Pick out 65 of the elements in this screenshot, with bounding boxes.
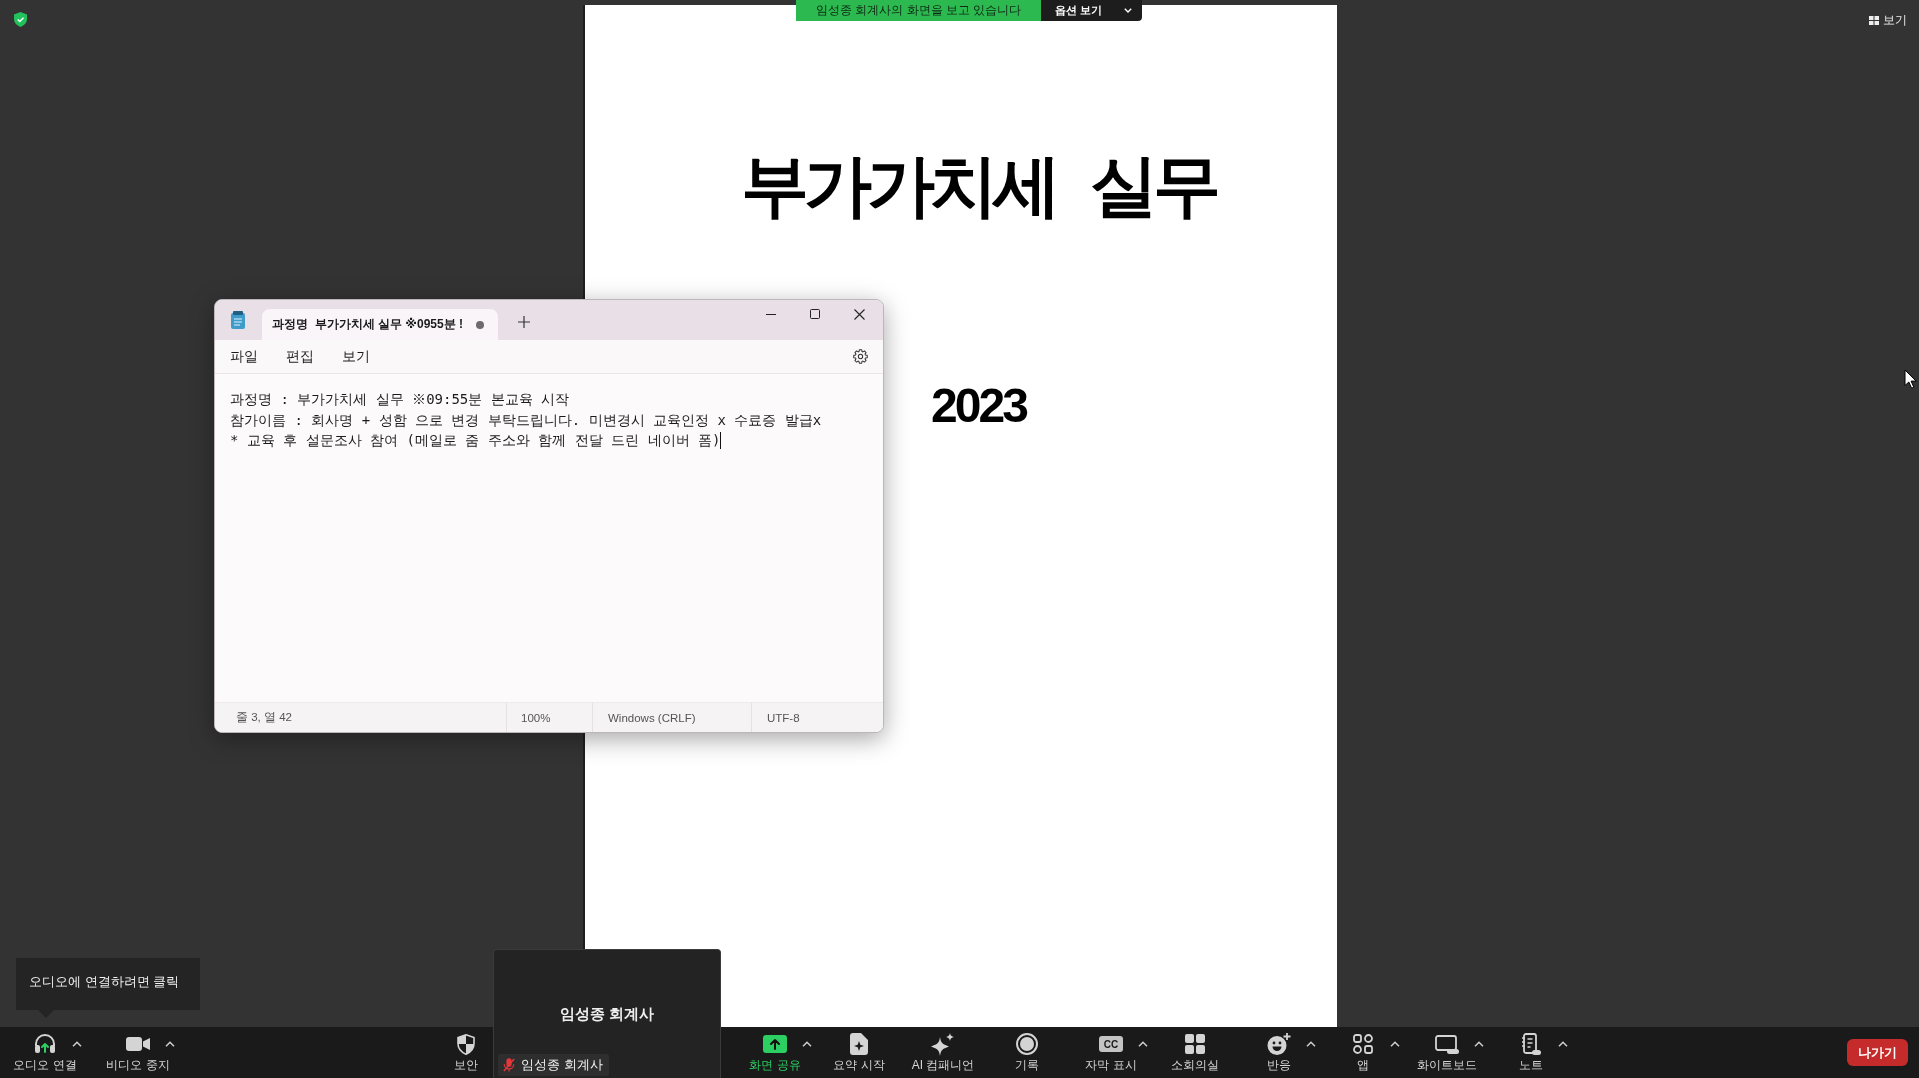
caret-icon[interactable] <box>1390 1041 1400 1047</box>
text-editor[interactable]: 과정명 : 부가가치세 실무 ※09:55분 본교육 시작 참가이름 : 회사명 + 성함 으로 변경 부탁드립니다. 미변경시 교육인정 x 수료증 발급x * 교육 후 설문조사 참여 (메일로 줌 주소와 함께 전달 드린 네이버 폼) <box>215 374 883 702</box>
sparkle-icon <box>931 1032 955 1056</box>
mouse-pointer-icon <box>1904 369 1917 389</box>
headphones-icon <box>34 1034 56 1054</box>
notepad-icon <box>231 311 245 329</box>
apps-icon <box>1353 1034 1373 1054</box>
notebook-icon <box>1521 1033 1541 1055</box>
text-line: * 교육 후 설문조사 참여 (메일로 줌 주소와 함께 전달 드린 네이버 폼) <box>230 431 721 450</box>
participant-name: 임성종 회계사 <box>521 1056 603 1074</box>
caret-icon[interactable] <box>165 1041 175 1047</box>
gallery-icon <box>1869 15 1879 25</box>
security-button[interactable]: 보안 <box>451 1027 481 1078</box>
view-button[interactable]: 보기 <box>1869 12 1907 28</box>
reactions-button[interactable]: 반응 <box>1264 1027 1294 1078</box>
text-line: 참가이름 : 회사명 + 성함 으로 변경 부탁드립니다. 미변경시 교육인정 x 수료증 발급x <box>230 410 822 430</box>
leave-button[interactable]: 나가기 <box>1847 1039 1908 1066</box>
shield-check-icon[interactable] <box>14 12 27 27</box>
menu-item[interactable]: 보기 <box>328 340 384 373</box>
slide-year: 2023 <box>931 382 1026 430</box>
record-button[interactable]: 기록 <box>1012 1027 1042 1078</box>
participant-name: 임성종 회계사 <box>559 1005 655 1023</box>
slide-title: 부가가치세 실무 <box>741 151 1216 219</box>
line-ending: Windows (CRLF) <box>608 711 696 724</box>
settings-icon[interactable] <box>853 349 868 364</box>
menu-item[interactable]: 편집 <box>272 340 328 373</box>
smiley-plus-icon <box>1267 1033 1291 1055</box>
video-button[interactable]: 비디오 중지 <box>103 1027 173 1078</box>
record-icon <box>1016 1033 1038 1055</box>
notes-button[interactable]: 노트 <box>1516 1027 1546 1078</box>
share-screen-button[interactable]: 화면 공유 <box>746 1027 804 1078</box>
audio-button[interactable]: 오디오 연결 <box>10 1027 80 1078</box>
caret-icon[interactable] <box>1474 1041 1484 1047</box>
cursor-position: 줄 3, 열 42 <box>236 710 292 725</box>
plus-icon[interactable] <box>518 316 530 328</box>
monitor-icon <box>1435 1034 1459 1054</box>
grid-icon <box>1185 1034 1205 1054</box>
maximize-icon[interactable] <box>810 309 820 319</box>
caret-icon[interactable] <box>802 1041 812 1047</box>
minimize-icon[interactable] <box>766 313 776 315</box>
cc-badge: CC <box>1099 1036 1123 1052</box>
summary-button[interactable]: 요약 시작 <box>830 1027 888 1078</box>
share-screen-icon <box>763 1035 787 1053</box>
zoom-level: 100% <box>521 711 551 724</box>
screen-share-banner: 임성종 회계사의 화면을 보고 있습니다 <box>796 0 1042 21</box>
document-sparkle-icon <box>850 1033 868 1055</box>
video-camera-icon <box>126 1036 150 1052</box>
menu-item[interactable]: 파일 <box>216 340 272 373</box>
audio-tooltip: 오디오에 연결하려면 클릭 <box>16 958 200 1018</box>
ai-companion-button[interactable]: AI 컴패니언 <box>908 1027 978 1078</box>
whiteboard-button[interactable]: 화이트보드 <box>1414 1027 1480 1078</box>
chevron-down-icon <box>1124 8 1133 13</box>
document-tab[interactable]: 과정명 부가가치세 실무 ※0955분 ! <box>262 309 498 340</box>
breakout-rooms-button[interactable]: 소회의실 <box>1168 1027 1222 1078</box>
caret-icon[interactable] <box>1138 1041 1148 1047</box>
view-options-button[interactable]: 옵션 보기 <box>1041 0 1143 21</box>
encoding: UTF-8 <box>767 711 800 724</box>
text-line: 과정명 : 부가가치세 실무 ※09:55분 본교육 시작 <box>230 390 570 409</box>
caret-icon[interactable] <box>1558 1041 1568 1047</box>
close-icon[interactable] <box>854 308 865 320</box>
shield-icon <box>457 1033 475 1055</box>
apps-button[interactable]: 앱 <box>1350 1027 1376 1078</box>
captions-button[interactable]: CC 자막 표시 <box>1082 1027 1140 1078</box>
caret-icon[interactable] <box>72 1041 82 1047</box>
caret-icon[interactable] <box>1306 1041 1316 1047</box>
